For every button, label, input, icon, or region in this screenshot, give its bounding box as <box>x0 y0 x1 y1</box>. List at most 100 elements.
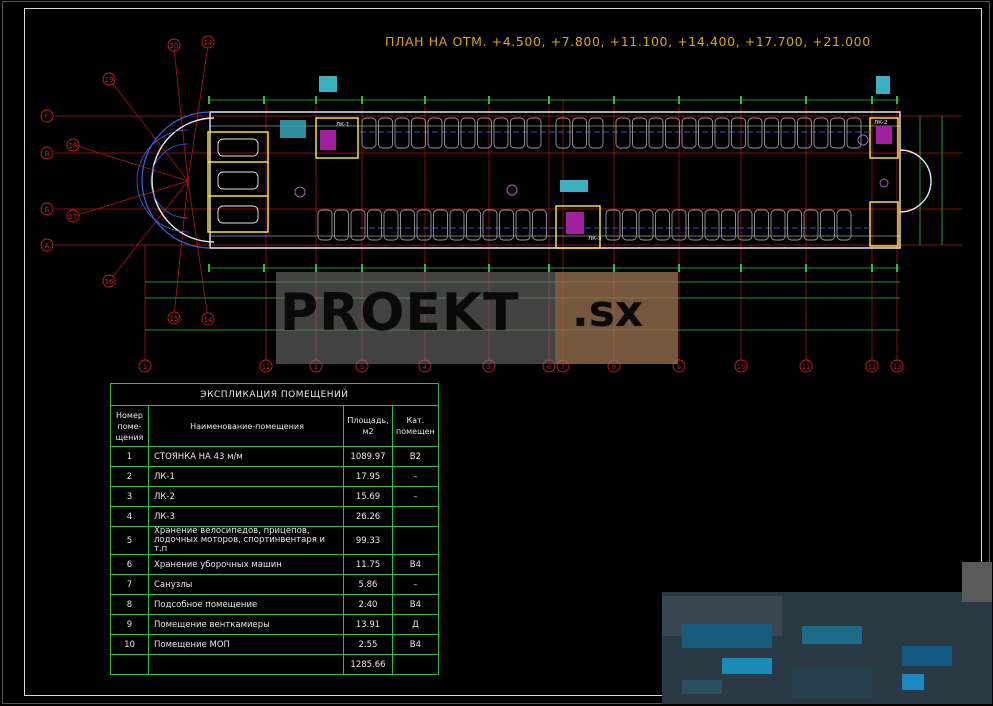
parking-stall <box>704 209 720 241</box>
parking-stall <box>622 209 637 241</box>
cell-area: 11.75 <box>343 554 393 575</box>
cell-name: ЛК-2 <box>148 486 344 507</box>
axis-label-top-1: 20 <box>170 42 179 50</box>
cell-cat: – <box>392 466 439 487</box>
cell-num: 8 <box>110 594 149 615</box>
parking-stall <box>460 117 476 149</box>
table-row: 8 Подсобное помещение 2.40 В4 <box>110 594 439 615</box>
ramp-cars <box>217 138 259 224</box>
parking-stall <box>367 209 382 241</box>
cell-num: 1 <box>110 446 149 467</box>
axis-label-v: В <box>45 150 50 158</box>
header-number: Номер поме-щения <box>110 405 149 447</box>
parking-stall <box>787 209 802 241</box>
room-tag-lk3: ЛК-3 <box>588 236 602 242</box>
parking-stall <box>655 209 670 241</box>
cell-area: 99.33 <box>343 526 393 555</box>
table-row: 1 СТОЯНКА НА 43 м/м 1089.97 В2 <box>110 446 439 467</box>
axis-label-bottom: 12 <box>262 363 270 371</box>
axis-label-bottom: 9 <box>677 363 681 371</box>
axis-label-bottom: 5 <box>487 363 491 371</box>
cell-area: 1089.97 <box>343 446 393 467</box>
parking-stall <box>747 117 763 149</box>
parking-stall <box>797 117 812 149</box>
cell-cat: В4 <box>392 634 439 655</box>
table-row: 7 Санузлы 5.86– <box>110 574 439 595</box>
cell-name: ЛК-1 <box>148 466 344 487</box>
axis-label-b: Б <box>45 206 50 214</box>
axis-label-r1: 19 <box>105 76 114 84</box>
axis-label-bottom: 7 <box>561 363 565 371</box>
parking-stall <box>493 117 509 149</box>
cell-name: Помещение вентками­еры <box>148 614 344 635</box>
parking-stall <box>482 209 498 241</box>
header-area: Площадь, м2 <box>343 405 393 447</box>
parking-stall <box>638 209 654 241</box>
room-tag-lk2: ЛК-2 <box>874 120 888 126</box>
cell-area: 13.91 <box>343 614 393 635</box>
parking-stall <box>737 209 753 241</box>
table-row: 9 Помещение вентками­еры 13.91 Д <box>110 614 439 635</box>
cell-area: 5.86 <box>343 574 393 595</box>
parking-stall <box>820 209 835 241</box>
cell-num: 10 <box>110 634 149 655</box>
parking-stall <box>780 117 796 149</box>
parking-stall <box>499 209 514 241</box>
parking-stall <box>714 117 730 149</box>
cell-num: 4 <box>110 506 149 527</box>
watermark-text: PROEKT <box>280 283 520 343</box>
parking-stall <box>813 117 829 149</box>
parking-stall <box>334 209 349 241</box>
parking-stall <box>427 117 443 149</box>
parking-stall <box>648 117 664 149</box>
axis-label-bottom: 12 <box>868 363 876 371</box>
axis-label-a: А <box>45 242 50 250</box>
room-tags: ЛК-1 ЛК-2 ЛК-3 <box>336 120 888 242</box>
parking-stall <box>632 117 647 149</box>
axis-label-bottom: 10 <box>737 363 745 371</box>
parking-stall <box>411 117 426 149</box>
parking-stall <box>444 117 459 149</box>
stairs <box>280 120 892 234</box>
parking-stall <box>378 117 393 149</box>
table-body: 1 СТОЯНКА НА 43 м/м 1089.97 В2 2 ЛК-1 17.95–3 Л… <box>110 446 439 655</box>
cell-cat <box>392 526 439 555</box>
axis-grid <box>55 115 962 246</box>
cell-area: 26.26 <box>343 506 393 527</box>
cell-cat <box>392 506 439 527</box>
axis-label-r5: 15 <box>170 315 179 323</box>
cell-name: Хранение уборочных машин <box>148 554 344 575</box>
cell-num: 6 <box>110 554 149 575</box>
radial-axes <box>73 44 209 319</box>
parking-stall <box>433 209 448 241</box>
cell-name: Хранение велосипедов, прицепов, лодочных… <box>148 526 344 555</box>
axis-label-bottom: 11 <box>802 363 810 371</box>
cell-name: Помещение МОП <box>148 634 344 655</box>
parking-stall <box>615 117 631 149</box>
column-markers <box>294 134 889 198</box>
parking-stall <box>764 117 779 149</box>
parking-stall <box>526 117 542 149</box>
axis-label-r6: 14 <box>204 316 213 324</box>
table-row: 6 Хранение уборочных машин 11.75 В4 <box>110 554 439 575</box>
parking-stall <box>754 209 769 241</box>
table-row: 2 ЛК-1 17.95– <box>110 466 439 487</box>
parking-stall <box>665 117 680 149</box>
parking-stall <box>510 117 525 149</box>
cell-cat: Д <box>392 614 439 635</box>
axis-label-bottom: 13 <box>893 363 901 371</box>
cell-area: 17.95 <box>343 466 393 487</box>
parking-stall <box>394 117 410 149</box>
cell-area: 2.40 <box>343 594 393 615</box>
axis-label-bottom: 3 <box>360 363 364 371</box>
cell-num: 9 <box>110 614 149 635</box>
cell-name: СТОЯНКА НА 43 м/м <box>148 446 344 467</box>
parking-stall <box>317 209 333 241</box>
blurred-stamp <box>662 562 992 704</box>
cell-cat: – <box>392 574 439 595</box>
cell-cat: – <box>392 486 439 507</box>
table-row: 5 Хранение велосипедов, прицепов, лодочны… <box>110 526 439 555</box>
axis-label-r4: 16 <box>105 278 114 286</box>
parking-stall <box>588 117 604 149</box>
parking-stall <box>361 117 377 149</box>
